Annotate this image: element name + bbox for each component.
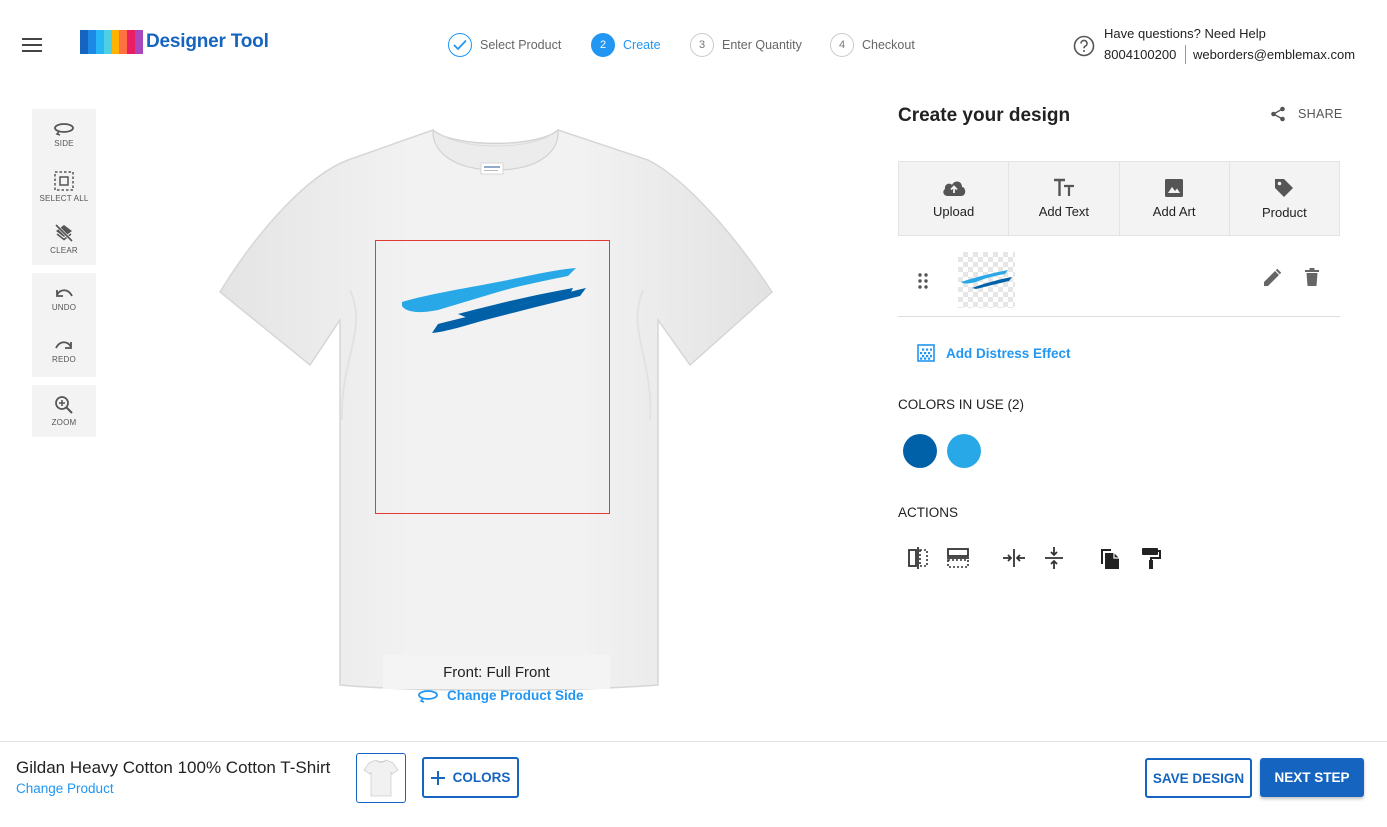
share-label: SHARE bbox=[1298, 107, 1343, 121]
layer-item[interactable] bbox=[898, 247, 1340, 317]
design-tabs: Upload Add Text Add Art Product bbox=[898, 161, 1340, 236]
undo-label: UNDO bbox=[51, 303, 77, 312]
change-product-side-link[interactable]: Change Product Side bbox=[417, 688, 584, 703]
logo-bar bbox=[111, 30, 120, 54]
flip-horizontal-icon[interactable] bbox=[906, 546, 930, 570]
redo-button[interactable]: REDO bbox=[32, 325, 96, 377]
design-artwork[interactable] bbox=[398, 266, 590, 336]
step-number: 4 bbox=[830, 33, 854, 57]
tab-label: Product bbox=[1261, 205, 1307, 220]
step-label: Checkout bbox=[862, 38, 915, 52]
share-button[interactable]: SHARE bbox=[1270, 106, 1343, 122]
redo-label: REDO bbox=[52, 355, 76, 364]
toolbar-group-view: ZOOM bbox=[32, 385, 96, 437]
step-label: Enter Quantity bbox=[722, 38, 802, 52]
divider bbox=[1185, 45, 1186, 64]
brand-logo[interactable]: Designer Tool bbox=[80, 29, 269, 55]
help-phone[interactable]: 8004100200 bbox=[1104, 47, 1176, 62]
logo-bar bbox=[103, 30, 112, 54]
zoom-in-icon bbox=[55, 396, 73, 414]
step-create[interactable]: 2 Create bbox=[591, 33, 661, 57]
tab-product[interactable]: Product bbox=[1230, 162, 1339, 235]
colors-in-use-title: COLORS IN USE (2) bbox=[898, 397, 1025, 412]
tab-add-art[interactable]: Add Art bbox=[1120, 162, 1230, 235]
brand-name: Designer Tool bbox=[146, 31, 269, 52]
toolbar-group-selection: SIDE SELECT ALL CLEAR bbox=[32, 109, 96, 265]
center-vertical-icon[interactable] bbox=[1042, 546, 1066, 570]
share-icon bbox=[1271, 106, 1285, 122]
logo-bar bbox=[119, 30, 128, 54]
product-side-label: Front: Full Front bbox=[383, 655, 610, 689]
colors-button[interactable]: COLORS bbox=[422, 757, 519, 798]
edit-icon[interactable] bbox=[1262, 268, 1282, 288]
check-icon bbox=[448, 33, 472, 57]
step-checkout[interactable]: 4 Checkout bbox=[830, 33, 915, 57]
redo-icon bbox=[55, 341, 72, 349]
flip-vertical-icon[interactable] bbox=[946, 546, 970, 570]
logo-bar bbox=[127, 30, 136, 54]
plus-icon bbox=[430, 770, 445, 785]
step-number: 2 bbox=[591, 33, 615, 57]
text-size-icon bbox=[1053, 178, 1074, 196]
clear-button[interactable]: CLEAR bbox=[32, 213, 96, 265]
layer-thumbnail[interactable] bbox=[958, 252, 1015, 308]
menu-icon[interactable] bbox=[22, 37, 42, 53]
tab-add-text[interactable]: Add Text bbox=[1009, 162, 1120, 235]
step-label: Select Product bbox=[480, 38, 562, 52]
tab-label: Add Art bbox=[1152, 204, 1196, 219]
tab-label: Upload bbox=[933, 204, 975, 219]
layers-clear-icon bbox=[54, 223, 74, 243]
rotate-side-icon bbox=[54, 123, 74, 136]
save-design-button[interactable]: SAVE DESIGN bbox=[1145, 758, 1252, 798]
help-email[interactable]: weborders@emblemax.com bbox=[1193, 47, 1355, 62]
rotate-side-icon bbox=[418, 689, 438, 703]
cloud-upload-icon bbox=[942, 181, 965, 196]
clear-label: CLEAR bbox=[50, 246, 78, 255]
logo-bar bbox=[87, 30, 96, 54]
logo-bar bbox=[135, 30, 143, 54]
change-side-label: Change Product Side bbox=[447, 688, 584, 703]
tag-icon bbox=[1275, 179, 1294, 197]
select-all-button[interactable]: SELECT ALL bbox=[32, 161, 96, 213]
distress-label: Add Distress Effect bbox=[946, 345, 1071, 361]
side-button[interactable]: SIDE bbox=[32, 109, 96, 161]
undo-icon bbox=[56, 289, 73, 297]
select-all-label: SELECT ALL bbox=[39, 194, 89, 203]
color-swatch[interactable] bbox=[947, 434, 981, 468]
step-label: Create bbox=[623, 38, 661, 52]
format-paint-icon[interactable] bbox=[1139, 546, 1163, 570]
zoom-button[interactable]: ZOOM bbox=[32, 385, 96, 437]
help-circle-icon[interactable] bbox=[1073, 35, 1095, 57]
color-swatch[interactable] bbox=[903, 434, 937, 468]
tab-upload[interactable]: Upload bbox=[899, 162, 1010, 235]
colors-button-label: COLORS bbox=[452, 770, 511, 785]
product-thumbnail[interactable] bbox=[356, 753, 406, 803]
side-label: SIDE bbox=[54, 139, 74, 148]
undo-button[interactable]: UNDO bbox=[32, 273, 96, 325]
delete-icon[interactable] bbox=[1304, 268, 1320, 286]
toolbar-group-history: UNDO REDO bbox=[32, 273, 96, 377]
step-enter-quantity[interactable]: 3 Enter Quantity bbox=[690, 33, 802, 57]
footer-divider bbox=[0, 741, 1387, 742]
next-step-button[interactable]: NEXT STEP bbox=[1260, 758, 1364, 797]
logo-bar bbox=[80, 30, 88, 54]
texture-icon bbox=[917, 344, 935, 362]
step-select-product[interactable]: Select Product bbox=[448, 33, 561, 57]
logo-mark bbox=[80, 30, 143, 54]
center-horizontal-icon[interactable] bbox=[1002, 546, 1026, 570]
actions-title: ACTIONS bbox=[898, 505, 959, 520]
step-number: 3 bbox=[690, 33, 714, 57]
logo-bar bbox=[95, 30, 104, 54]
help-title: Have questions? Need Help bbox=[1104, 26, 1266, 41]
panel-title: Create your design bbox=[898, 105, 1071, 126]
duplicate-icon[interactable] bbox=[1098, 546, 1122, 570]
drag-handle-icon[interactable] bbox=[917, 272, 929, 290]
product-name: Gildan Heavy Cotton 100% Cotton T-Shirt bbox=[16, 758, 331, 777]
change-product-link[interactable]: Change Product bbox=[16, 781, 114, 796]
image-icon bbox=[1165, 179, 1184, 197]
zoom-label: ZOOM bbox=[51, 418, 77, 427]
tab-label: Add Text bbox=[1038, 204, 1090, 219]
select-all-icon bbox=[54, 171, 74, 191]
add-distress-effect-link[interactable]: Add Distress Effect bbox=[917, 344, 1071, 362]
